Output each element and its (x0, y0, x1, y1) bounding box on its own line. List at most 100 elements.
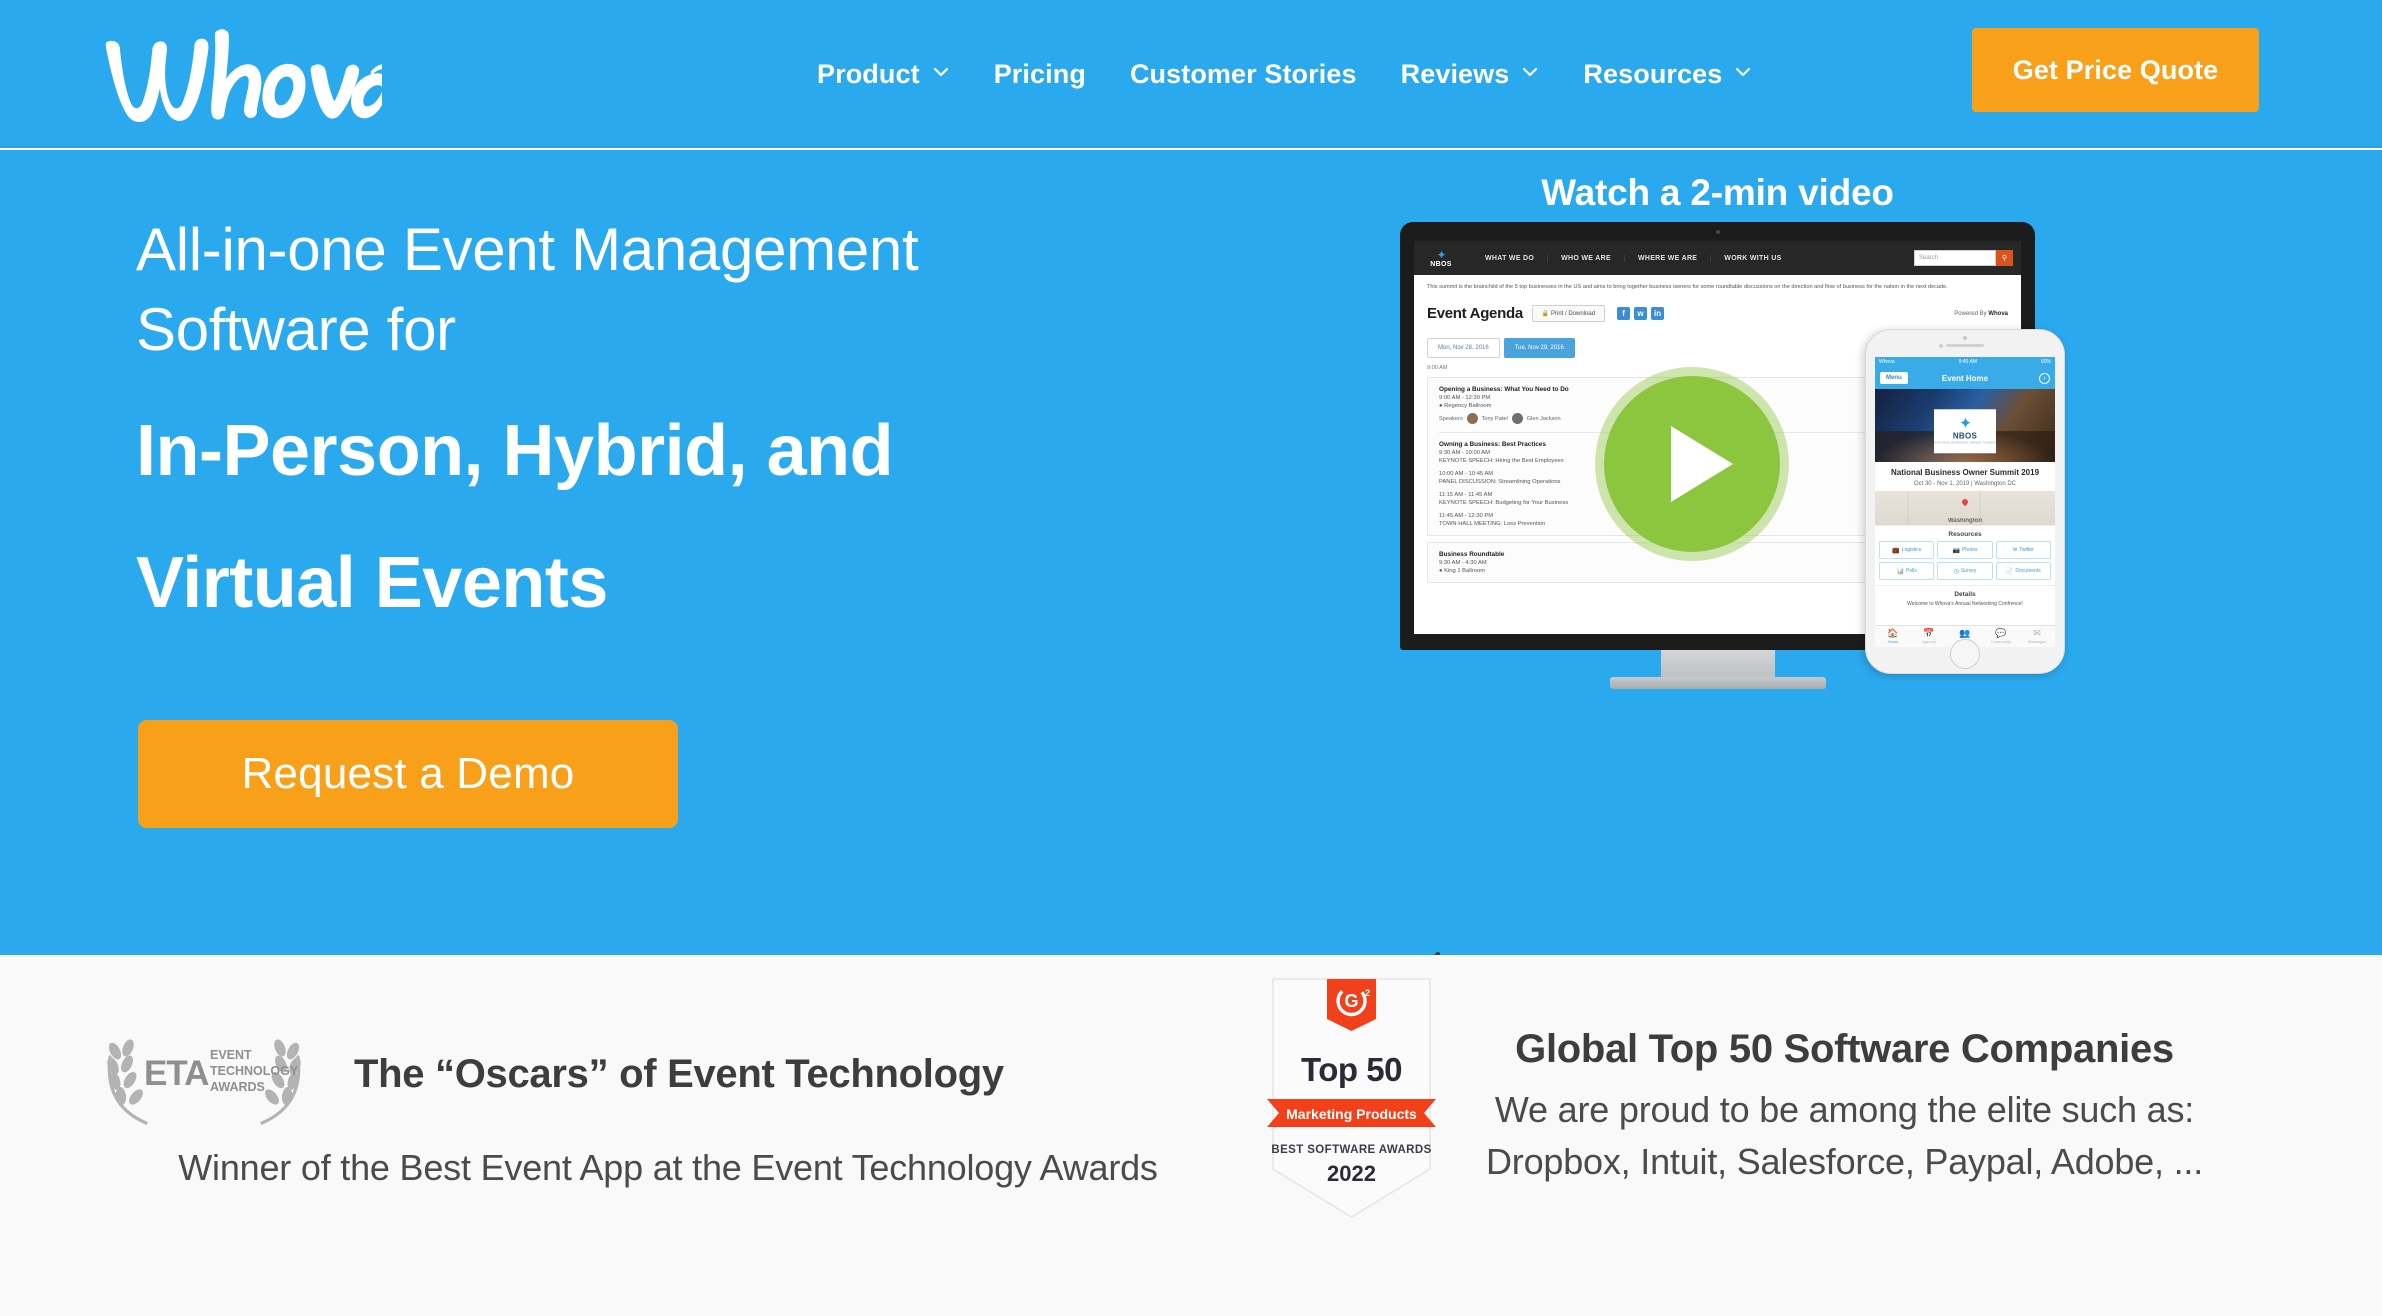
speakers-label: Speakers (1439, 415, 1463, 422)
resource-label: Polls (1905, 568, 1917, 574)
svg-text:AWARDS: AWARDS (210, 1080, 265, 1094)
resource-survey[interactable]: ◷ Survey (1937, 562, 1993, 580)
chevron-down-icon (1521, 63, 1539, 81)
speaker-name: Tony Patel (1481, 415, 1508, 422)
nav-item-label: Customer Stories (1129, 58, 1357, 89)
tab-label: Messages (2027, 639, 2047, 644)
resource-label: Twitter (2019, 547, 2034, 553)
mock-agenda-header: Event Agenda 🔒 Print / Download f w in P… (1427, 305, 2008, 323)
event-info: National Business Owner Summit 2019 Oct … (1875, 462, 2055, 491)
details-title: Details (1875, 585, 2055, 601)
awards-section: ETA EVENT TECHNOLOGY AWARDS The “Oscars”… (0, 955, 2382, 1316)
mock-event-intro: This summit is the brainchild of the 5 t… (1427, 284, 1948, 290)
mock-nav-what-we-do[interactable]: WHAT WE DO (1472, 254, 1549, 262)
phone-screen-title: Event Home (1941, 373, 1989, 383)
resources-title: Resources (1875, 525, 2055, 541)
details-body: Welcome to Whova's Annual Networking Con… (1875, 601, 2055, 609)
avatar (1511, 413, 1523, 425)
svg-text:EVENT: EVENT (210, 1048, 252, 1062)
chevron-down-icon (1734, 63, 1752, 81)
facebook-icon[interactable]: f (1617, 307, 1631, 321)
product-mockup: ✦ NBOS WHAT WE DO WHO WE ARE WHERE WE AR… (1350, 222, 2120, 782)
nbos-wordmark: NBOS (1430, 260, 1452, 268)
resource-label: Photos (1961, 547, 1978, 553)
tab-label: Home (1887, 639, 1899, 644)
tab-home[interactable]: 🏠 Home (1875, 626, 1911, 647)
get-price-quote-button[interactable]: Get Price Quote (1972, 28, 2259, 112)
linkedin-icon[interactable]: in (1651, 307, 1665, 321)
nav-item-customer-stories[interactable]: Customer Stories (1108, 58, 1379, 89)
mock-search-input[interactable]: Search (1914, 250, 1996, 266)
tab-label: Agenda (1922, 639, 1936, 644)
nav-item-resources[interactable]: Resources (1561, 58, 1774, 89)
monitor-stand-base (1609, 677, 1826, 689)
svg-text:G: G (1344, 991, 1358, 1011)
resource-polls[interactable]: 📊 Polls (1879, 562, 1935, 580)
resource-label: Documents (2015, 568, 2041, 574)
phone-screen: Whova 9:45 AM 60% Menu Event Home › ✦ NB… (1875, 357, 2055, 647)
resource-documents[interactable]: 📄 Documents (1995, 562, 2051, 580)
tab-community[interactable]: 💬 Community (1983, 626, 2019, 647)
nav-item-product[interactable]: Product (795, 58, 972, 89)
resource-logistics[interactable]: 💼 Logistics (1879, 541, 1935, 559)
date-tab-nov-28[interactable]: Mon, Nov 28, 2016 (1427, 338, 1500, 359)
phone-top-bar: Menu Event Home › (1875, 367, 2055, 389)
eta-laurel-badge: ETA EVENT TECHNOLOGY AWARDS (88, 1015, 320, 1133)
speaker-name: Glen Jackson (1526, 415, 1561, 422)
tab-messages[interactable]: ✉ Messages (2019, 626, 2055, 647)
clock-icon: ◷ (1953, 568, 1959, 575)
award-g2-title: Global Top 50 Software Companies (1515, 1027, 2174, 1071)
tab-agenda[interactable]: 📅 Agenda (1911, 626, 1947, 647)
people-icon: 👥 (1959, 628, 1971, 638)
nbos-wordmark: NBOS (1952, 431, 1978, 441)
watch-video-title: Watch a 2-min video (1541, 172, 1894, 213)
site-header: Product Pricing Customer Stories Reviews… (0, 0, 2382, 148)
session-location-label: King 1 Ballroom (1444, 568, 1486, 575)
proximity-sensor-icon (1963, 336, 1967, 340)
award-g2-subtitle-1: We are proud to be among the elite such … (1494, 1089, 2195, 1130)
hero-headline-bold-2: Virtual Events (136, 542, 608, 623)
request-a-demo-button[interactable]: Request a Demo (138, 720, 678, 828)
resource-photos[interactable]: 📷 Photos (1937, 541, 1993, 559)
nav-item-label: Reviews (1400, 58, 1510, 89)
hero-video-column: Watch a 2-min video ✦ NBOS WHAT WE DO WH… (1350, 150, 2150, 689)
svg-text:ETA: ETA (144, 1054, 209, 1093)
whova-logo[interactable] (102, 22, 382, 122)
twitter-icon[interactable]: w (1634, 307, 1648, 321)
award-eta-title: The “Oscars” of Event Technology (354, 1051, 1004, 1096)
print-download-button[interactable]: 🔒 Print / Download (1531, 305, 1606, 323)
chevron-down-icon (932, 63, 950, 81)
carrier-label: Whova (1879, 359, 1895, 365)
play-video-button[interactable] (1604, 376, 1780, 552)
details-text: Welcome to Whova's Annual Networking Con… (1907, 601, 2023, 607)
mock-agenda-title: Event Agenda (1427, 305, 1523, 323)
photo-icon: 📷 (1952, 547, 1960, 554)
map-pin-icon (1960, 497, 1970, 507)
svg-text:Top 50: Top 50 (1301, 1051, 1402, 1088)
event-map[interactable]: Washington (1875, 491, 2055, 525)
nav-item-reviews[interactable]: Reviews (1379, 58, 1562, 89)
home-button[interactable] (1950, 639, 1980, 669)
suitcase-icon: 💼 (1892, 547, 1900, 554)
search-icon[interactable]: ⚲ (1996, 250, 2013, 266)
svg-text:2: 2 (1365, 988, 1370, 998)
calendar-icon: 📅 (1923, 628, 1935, 638)
nav-item-label: Product (817, 58, 920, 89)
hero-copy: All-in-one Event Management Software for… (136, 210, 1236, 634)
tab-label: Community (1990, 639, 2012, 644)
date-tab-nov-29[interactable]: Tue, Nov 29, 2016 (1503, 338, 1575, 359)
resource-twitter[interactable]: w Twitter (1995, 541, 2051, 559)
svg-text:Marketing Products: Marketing Products (1286, 1106, 1417, 1122)
nav-item-pricing[interactable]: Pricing (972, 60, 1108, 88)
award-eta-subtitle: Winner of the Best Event App at the Even… (178, 1147, 1158, 1188)
social-share-icons: f w in (1617, 307, 1665, 321)
nav-item-label: Resources (1583, 58, 1723, 89)
battery-label: 60% (2040, 359, 2051, 365)
svg-text:2022: 2022 (1327, 1161, 1376, 1186)
mock-nav-who-we-are[interactable]: WHO WE ARE (1548, 254, 1625, 262)
event-name: National Business Owner Summit 2019 (1890, 468, 2040, 477)
resource-label: Logistics (1901, 547, 1922, 553)
hero-headline-light-2: Software for (136, 295, 456, 363)
mock-nav-work-with-us[interactable]: WORK WITH US (1711, 255, 1794, 262)
mock-nav-where-we-are[interactable]: WHERE WE ARE (1625, 254, 1712, 262)
